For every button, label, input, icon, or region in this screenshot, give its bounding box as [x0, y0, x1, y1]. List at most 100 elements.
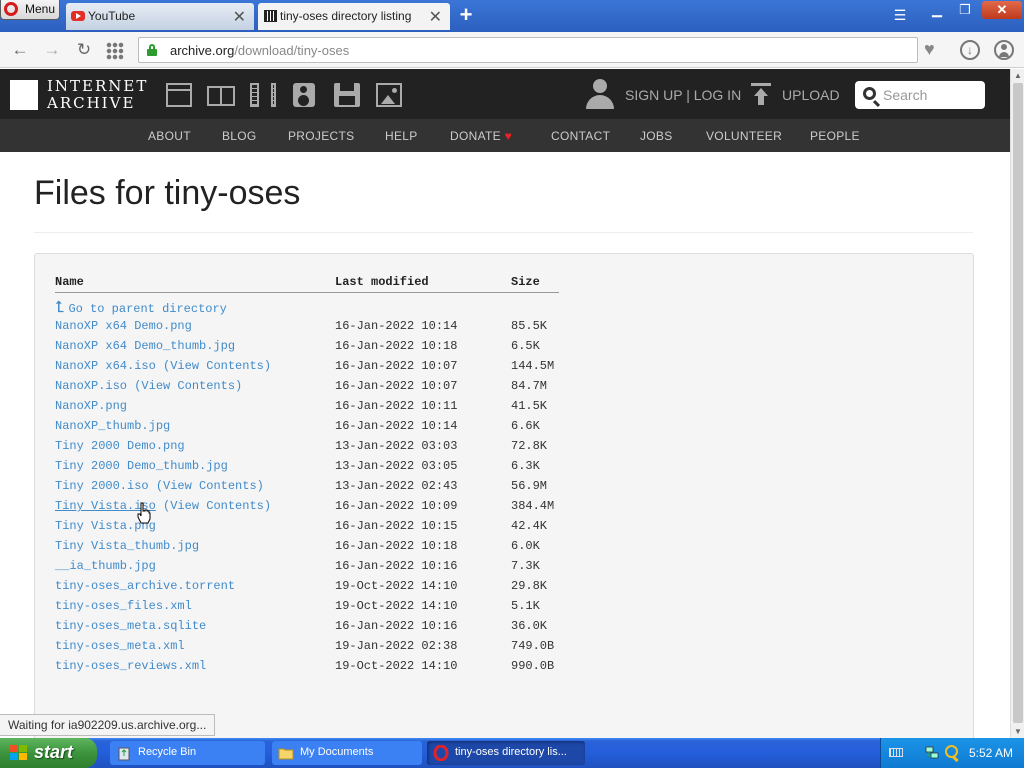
file-link[interactable]: NanoXP x64 Demo.png [55, 319, 192, 333]
file-link[interactable]: __ia_thumb.jpg [55, 559, 156, 573]
file-link[interactable]: Tiny 2000.iso [55, 479, 149, 493]
file-name-cell: NanoXP.iso (View Contents) [55, 379, 242, 393]
nav-volunteer[interactable]: VOLUNTEER [706, 129, 782, 143]
parent-directory-link[interactable]: ⮤ Go to parent directory [55, 299, 227, 317]
file-link[interactable]: NanoXP x64.iso [55, 359, 156, 373]
new-tab-button[interactable]: + [454, 4, 478, 28]
nav-contact[interactable]: CONTACT [551, 129, 610, 143]
file-name-cell: __ia_thumb.jpg [55, 559, 156, 573]
file-link[interactable]: NanoXP.png [55, 399, 127, 413]
archive-favicon-icon [264, 10, 277, 22]
browser-tab-strip: Menu YouTube ✕ tiny-oses directory listi… [0, 0, 1024, 32]
bookmark-heart-icon[interactable]: ♥ [924, 39, 935, 60]
ia-search-box[interactable] [855, 81, 985, 109]
file-link[interactable]: NanoXP.iso [55, 379, 127, 393]
signup-login-link[interactable]: SIGN UP | LOG IN [625, 87, 741, 103]
nav-about[interactable]: ABOUT [148, 129, 191, 143]
vertical-scrollbar[interactable]: ▲ ▼ [1010, 69, 1024, 738]
search-input[interactable] [883, 85, 979, 105]
user-icon[interactable] [586, 79, 614, 111]
file-link[interactable]: tiny-oses_files.xml [55, 599, 192, 613]
file-name-cell: NanoXP.png [55, 399, 127, 413]
search-icon[interactable] [945, 745, 958, 758]
last-modified-cell: 16-Jan-2022 10:14 [335, 319, 458, 333]
task-recycle-bin[interactable]: Recycle Bin [110, 741, 265, 765]
file-row: NanoXP.png 16-Jan-2022 10:11 41.5K [55, 399, 595, 419]
nav-people[interactable]: PEOPLE [810, 129, 860, 143]
tab-youtube[interactable]: YouTube ✕ [66, 3, 254, 30]
speed-dial-grid-icon[interactable] [106, 42, 124, 60]
opera-menu-button[interactable]: Menu [0, 0, 60, 20]
last-modified-cell: 16-Jan-2022 10:07 [335, 379, 458, 393]
file-name-cell: Tiny Vista.iso (View Contents) [55, 499, 271, 513]
file-link[interactable]: NanoXP_thumb.jpg [55, 419, 170, 433]
view-contents-link[interactable]: (View Contents) [163, 359, 271, 373]
video-film-icon[interactable] [250, 83, 276, 107]
tab-tiny-oses[interactable]: tiny-oses directory listing ✕ [258, 3, 450, 30]
parent-link-label: Go to parent directory [68, 302, 227, 316]
reload-icon[interactable]: ↻ [74, 40, 94, 60]
size-cell: 42.4K [511, 519, 548, 533]
size-cell: 85.5K [511, 319, 548, 333]
upload-link[interactable]: UPLOAD [782, 87, 840, 103]
task-opera-window[interactable]: tiny-oses directory lis... [427, 741, 585, 765]
url-path: /download/tiny-oses [234, 43, 350, 58]
last-modified-cell: 16-Jan-2022 10:18 [335, 539, 458, 553]
web-archive-icon[interactable] [166, 83, 192, 107]
texts-book-icon[interactable] [207, 83, 235, 107]
nav-jobs[interactable]: JOBS [640, 129, 673, 143]
images-icon[interactable] [376, 83, 402, 107]
software-floppy-icon[interactable] [334, 83, 360, 107]
start-button[interactable]: start [0, 738, 97, 768]
hand-cursor-icon [137, 502, 151, 524]
file-link[interactable]: tiny-oses_meta.sqlite [55, 619, 206, 633]
file-link[interactable]: tiny-oses_reviews.xml [55, 659, 206, 673]
tab-menu-icon[interactable]: ☰ [890, 7, 910, 25]
file-link[interactable]: Tiny Vista_thumb.jpg [55, 539, 199, 553]
last-modified-cell: 16-Jan-2022 10:18 [335, 339, 458, 353]
file-link[interactable]: Tiny 2000 Demo_thumb.jpg [55, 459, 228, 473]
close-tab-icon[interactable]: ✕ [429, 7, 442, 27]
url-text[interactable]: archive.org/download/tiny-oses [170, 43, 349, 58]
file-row: NanoXP x64 Demo_thumb.jpg 16-Jan-2022 10:… [55, 339, 595, 359]
file-link[interactable]: Tiny 2000 Demo.png [55, 439, 185, 453]
minimize-button[interactable]: ▁ [924, 1, 950, 19]
network-icon[interactable] [925, 746, 939, 760]
view-contents-link[interactable]: (View Contents) [163, 499, 271, 513]
heart-icon: ♥ [504, 129, 512, 143]
nav-donate[interactable]: DONATE ♥ [450, 129, 512, 143]
file-link[interactable]: NanoXP x64 Demo_thumb.jpg [55, 339, 235, 353]
nav-help[interactable]: HELP [385, 129, 418, 143]
view-contents-link[interactable]: (View Contents) [134, 379, 242, 393]
task-my-documents[interactable]: My Documents [272, 741, 422, 765]
system-tray: 5:52 AM [880, 738, 1024, 768]
forward-arrow-icon[interactable]: → [42, 40, 62, 60]
nav-blog[interactable]: BLOG [222, 129, 257, 143]
address-bar[interactable]: archive.org/download/tiny-oses [138, 37, 918, 63]
size-cell: 56.9M [511, 479, 548, 493]
folder-icon [278, 748, 294, 760]
file-name-cell: tiny-oses_reviews.xml [55, 659, 206, 673]
url-host: archive.org [170, 43, 235, 58]
scroll-up-arrow[interactable]: ▲ [1011, 69, 1024, 82]
ia-logo-icon[interactable] [10, 80, 38, 110]
page-title: Files for tiny-oses [34, 174, 301, 212]
close-tab-icon[interactable]: ✕ [233, 7, 246, 27]
ia-wordmark[interactable]: INTERNET ARCHIVE [47, 78, 148, 112]
view-contents-link[interactable]: (View Contents) [156, 479, 264, 493]
file-link[interactable]: tiny-oses_archive.torrent [55, 579, 235, 593]
file-link[interactable]: tiny-oses_meta.xml [55, 639, 185, 653]
keyboard-icon[interactable] [889, 748, 903, 757]
last-modified-cell: 16-Jan-2022 10:15 [335, 519, 458, 533]
download-icon[interactable]: ↓ [960, 40, 980, 60]
file-name-cell: Tiny 2000 Demo_thumb.jpg [55, 459, 228, 473]
scrollbar-thumb[interactable] [1013, 83, 1023, 723]
nav-projects[interactable]: PROJECTS [288, 129, 354, 143]
audio-speaker-icon[interactable] [293, 83, 315, 107]
scroll-down-arrow[interactable]: ▼ [1011, 725, 1024, 738]
account-icon[interactable] [994, 40, 1014, 60]
back-arrow-icon[interactable]: ← [10, 40, 30, 60]
size-cell: 41.5K [511, 399, 548, 413]
maximize-button[interactable]: ❐ [952, 1, 978, 19]
close-window-button[interactable]: ✕ [982, 1, 1022, 19]
